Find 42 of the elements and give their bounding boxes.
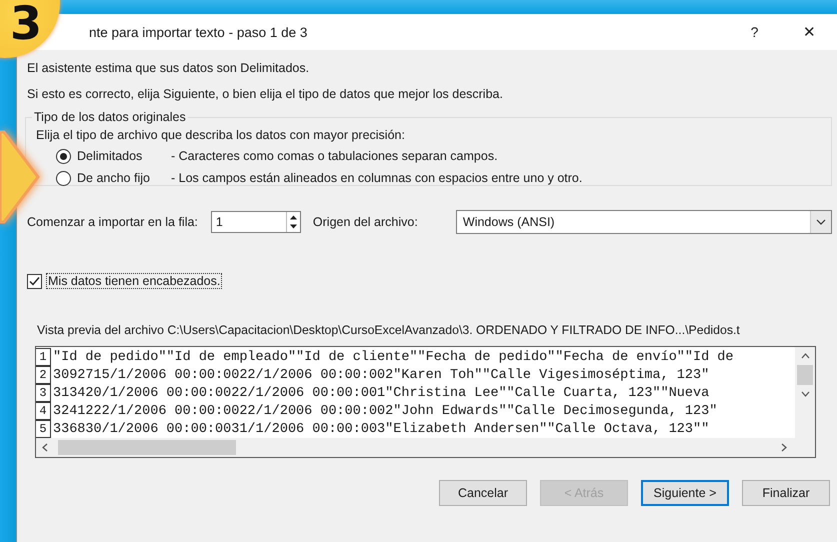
scroll-thumb[interactable] — [58, 440, 236, 455]
radio-label[interactable]: Delimitados — [77, 149, 171, 163]
origin-dropdown[interactable]: Windows (ANSI) — [456, 210, 832, 234]
checkbox-label[interactable]: Mis datos tienen encabezados. — [46, 273, 222, 289]
option-description: - Los campos están alineados en columnas con espacios entre uno y otro. — [171, 171, 582, 185]
line-number: 3 — [36, 384, 51, 402]
line-number: 4 — [36, 402, 51, 420]
scroll-left-icon[interactable] — [42, 443, 48, 452]
chevron-down-icon — [816, 219, 826, 225]
line-number: 1 — [36, 348, 51, 366]
dialog-button[interactable]: Cancelar — [439, 480, 527, 506]
radio-label[interactable]: De ancho fijo — [77, 171, 171, 185]
option-description: - Caracteres como comas o tabulaciones separan campos. — [171, 149, 498, 163]
start-row-spinner[interactable]: 1 — [210, 211, 301, 233]
scroll-thumb[interactable] — [797, 365, 813, 385]
preview-line: 3241222/1/2006 00:00:0022/1/2006 00:00:002"John Edwards""Calle Decimosegunda, 123" — [53, 404, 718, 418]
preview-line: 3092715/1/2006 00:00:0022/1/2006 00:00:002"Karen Toh""Calle Vigesimoséptima, 123" — [53, 368, 710, 382]
preview-line: 313420/1/2006 00:00:0022/1/2006 00:00:001"Christina Lee""Calle Cuarta, 123""Nueva — [53, 386, 710, 400]
preview-line: "Id de pedido""Id de empleado""Id de cliente""Fecha de pedido""Fecha de envío""Id de — [53, 350, 734, 364]
dialog-button[interactable]: Siguiente > — [641, 480, 729, 506]
dialog-button[interactable]: Finalizar — [742, 480, 830, 506]
step-number: 3 — [10, 0, 42, 46]
preview-line: 336830/1/2006 00:00:0031/1/2006 00:00:003"Elizabeth Andersen""Calle Octava, 123"" — [53, 422, 710, 436]
line-number: 2 — [36, 366, 51, 384]
intro-text: Si esto es correcto, elija Siguiente, o bien elija el tipo de datos que mejor los describa. — [27, 86, 504, 103]
radio-button[interactable] — [56, 148, 71, 164]
window-title: nte para importar texto - paso 1 de 3 — [89, 24, 308, 40]
group-legend: Tipo de los datos originales — [32, 110, 188, 124]
preview-label: Vista previa del archivo C:\Users\Capacitacion\Desktop\CursoExcelAvanzado\3. ORDENADO Y FILTRADO DE INFO...\Pedidos.t — [37, 323, 741, 337]
scroll-up-icon[interactable] — [800, 353, 810, 359]
group-prompt: Elija el tipo de archivo que describa los datos con mayor precisión: — [36, 128, 406, 142]
intro-text: El asistente estima que sus datos son Delimitados. — [27, 60, 310, 77]
start-row-label: Comenzar a importar en la fila: — [27, 215, 198, 229]
origin-label: Origen del archivo: — [312, 215, 419, 229]
close-button[interactable]: ✕ — [782, 14, 837, 50]
vertical-scrollbar[interactable] — [795, 347, 815, 438]
horizontal-scrollbar[interactable] — [36, 438, 815, 457]
checkbox[interactable] — [27, 274, 42, 288]
radio-button[interactable] — [56, 170, 71, 186]
help-button[interactable]: ? — [727, 14, 782, 50]
scroll-right-icon[interactable] — [781, 443, 787, 452]
scroll-down-icon[interactable] — [800, 391, 810, 397]
